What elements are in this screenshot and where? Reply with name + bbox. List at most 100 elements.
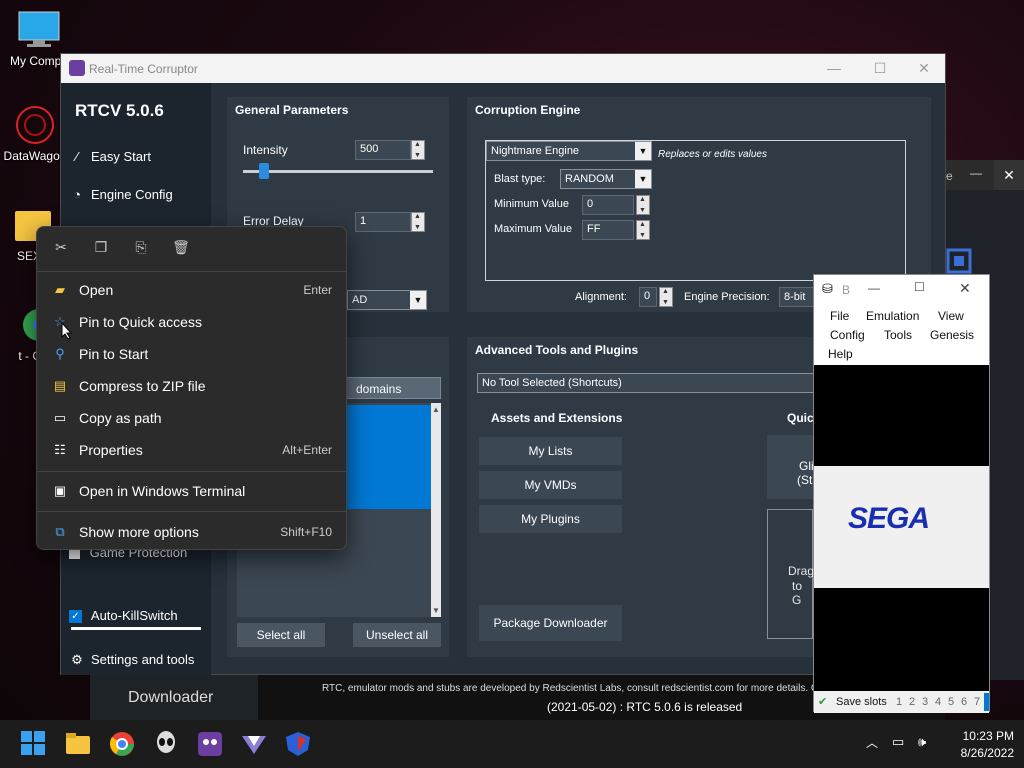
save-slot-3[interactable]: 3 [922, 696, 928, 708]
minimum-value-input[interactable]: 0 [582, 195, 634, 215]
save-slot-4[interactable]: 4 [935, 696, 941, 708]
rtc-taskbar-icon[interactable] [196, 730, 224, 758]
menu-item-open-terminal[interactable]: ▣ Open in Windows Terminal [45, 476, 340, 506]
menu-view[interactable]: View [938, 309, 964, 323]
alien-app-icon[interactable] [152, 730, 180, 758]
intensity-label: Intensity [243, 143, 288, 157]
dropdown-value: RANDOM [565, 173, 614, 185]
chevron-up-icon[interactable]: ︿ [866, 734, 878, 751]
cut-icon[interactable]: ✂ [49, 239, 73, 259]
scroll-up-icon[interactable]: ▲ [432, 405, 440, 414]
error-delay-spinner[interactable] [411, 212, 425, 232]
menu-item-shortcut: Enter [303, 283, 332, 297]
menu-item-pin-start[interactable]: ⚲ Pin to Start [45, 339, 340, 369]
menu-item-label: Copy as path [79, 410, 162, 426]
minimize-button[interactable]: — [868, 281, 880, 295]
close-button[interactable]: ✕ [959, 280, 971, 297]
my-lists-button[interactable]: My Lists [479, 437, 622, 465]
rename-icon[interactable]: ⎘ [129, 239, 153, 259]
unselect-all-button[interactable]: Unselect all [353, 623, 441, 647]
select-all-button[interactable]: Select all [237, 623, 325, 647]
sidebar-item-engine-config[interactable]: ◔ Engine Config [69, 187, 173, 202]
my-vmds-button[interactable]: My VMDs [479, 471, 622, 499]
wand-icon: ⁄ [75, 149, 79, 164]
close-button[interactable]: ✕ [901, 54, 947, 83]
menu-item-pin-quick-access[interactable]: ☆ Pin to Quick access [45, 307, 340, 337]
domains-scrollbar[interactable]: ▲ ▼ [431, 403, 441, 617]
copy-icon[interactable]: ❐ [89, 239, 113, 259]
chrome-icon[interactable] [108, 730, 136, 758]
minimum-value-spinner[interactable] [636, 195, 650, 215]
sidebar-item-settings[interactable]: ⚙ Settings and tools [69, 652, 194, 668]
menu-item-compress-zip[interactable]: ▤ Compress to ZIP file [45, 371, 340, 401]
tool-select[interactable]: No Tool Selected (Shortcuts) [477, 373, 817, 393]
network-icon[interactable]: ▭ [892, 734, 904, 750]
file-explorer-icon[interactable] [64, 730, 92, 758]
rtc-titlebar: Real-Time Corruptor — ☐ ✕ [61, 54, 945, 83]
glitch-button[interactable]: Gli (Sta [767, 435, 819, 499]
save-slot-7[interactable]: 7 [974, 696, 980, 708]
start-button[interactable] [20, 730, 48, 758]
maximum-value-input[interactable]: FF [582, 220, 634, 240]
menu-item-open[interactable]: ▰ Open Enter [45, 275, 340, 305]
mode-dropdown[interactable]: AD ▼ [347, 290, 427, 310]
my-plugins-button[interactable]: My Plugins [479, 505, 622, 533]
rtc-app-icon [69, 60, 85, 76]
menu-tools[interactable]: Tools [884, 328, 912, 342]
scroll-down-icon[interactable]: ▼ [432, 606, 440, 615]
save-slot-5[interactable]: 5 [948, 696, 954, 708]
maximum-value-label: Maximum Value [494, 223, 573, 235]
intensity-input[interactable]: 500 [355, 140, 411, 160]
intensity-slider-thumb[interactable] [259, 163, 269, 179]
triangle-app-icon[interactable] [240, 730, 268, 758]
auto-killswitch-toggle[interactable]: ✓ Auto-KillSwitch [69, 608, 178, 624]
close-button[interactable]: ✕ [994, 160, 1024, 190]
save-slot-6[interactable]: 6 [961, 696, 967, 708]
killswitch-progress [71, 627, 201, 630]
delete-icon[interactable]: 🗑 [169, 239, 193, 259]
drop-zone-text: Drag [788, 564, 815, 578]
menu-config[interactable]: Config [830, 328, 865, 342]
minimize-button[interactable]: — [811, 54, 857, 83]
error-delay-input[interactable]: 1 [355, 212, 411, 232]
maximize-button[interactable]: ☐ [857, 54, 903, 83]
blast-type-select[interactable]: RANDOM ▼ [560, 169, 652, 189]
menu-item-label: Pin to Quick access [79, 314, 202, 330]
engine-select[interactable]: Nightmare Engine ▼ [486, 141, 652, 161]
volume-icon[interactable]: 🕪 [918, 734, 926, 750]
menu-item-copy-path[interactable]: ▭ Copy as path [45, 403, 340, 433]
game-screen-bottom [814, 588, 989, 691]
sidebar-item-easy-start[interactable]: ⁄ Easy Start [69, 149, 151, 164]
emulator-statusbar: ✔ Save slots 1 2 3 4 5 6 7 [814, 691, 989, 713]
button-label: My VMDs [524, 478, 577, 492]
drop-zone[interactable]: Drag to G [767, 509, 815, 639]
package-downloader-button[interactable]: Package Downloader [479, 605, 622, 641]
save-slot-1[interactable]: 1 [896, 696, 902, 708]
save-slot-2[interactable]: 2 [909, 696, 915, 708]
path-icon: ▭ [53, 410, 67, 425]
maximum-value-spinner[interactable] [636, 220, 650, 240]
menu-emulation[interactable]: Emulation [866, 309, 919, 323]
intensity-spinner[interactable] [411, 140, 425, 160]
window-title: Real-Time Corruptor [89, 62, 198, 76]
logo-icon [946, 248, 972, 274]
intensity-slider[interactable] [243, 170, 433, 173]
menu-genesis[interactable]: Genesis [930, 328, 974, 342]
clock-time: 10:23 PM [962, 729, 1014, 743]
alignment-spinner[interactable] [659, 287, 673, 307]
maximize-button[interactable]: ☐ [914, 280, 925, 294]
button-label: Gli [799, 459, 814, 473]
menu-item-show-more[interactable]: ⧉ Show more options Shift+F10 [45, 517, 340, 547]
news-text: (2021-05-02) : RTC 5.0.6 is released [547, 700, 743, 714]
menu-file[interactable]: File [830, 309, 849, 323]
taskbar-clock[interactable]: 10:23 PM 8/26/2022 [961, 728, 1014, 762]
alignment-input[interactable]: 0 [639, 287, 657, 307]
shield-app-icon[interactable] [284, 730, 312, 758]
menu-item-label: Compress to ZIP file [79, 378, 206, 394]
domains-list-selection[interactable] [347, 405, 431, 509]
downloader-tab[interactable]: Downloader [90, 675, 258, 720]
menu-item-properties[interactable]: ☷ Properties Alt+Enter [45, 435, 340, 465]
checkbox-checked-icon[interactable]: ✓ [69, 610, 82, 624]
menu-help[interactable]: Help [828, 347, 853, 361]
minimize-button[interactable]: — [970, 166, 982, 180]
